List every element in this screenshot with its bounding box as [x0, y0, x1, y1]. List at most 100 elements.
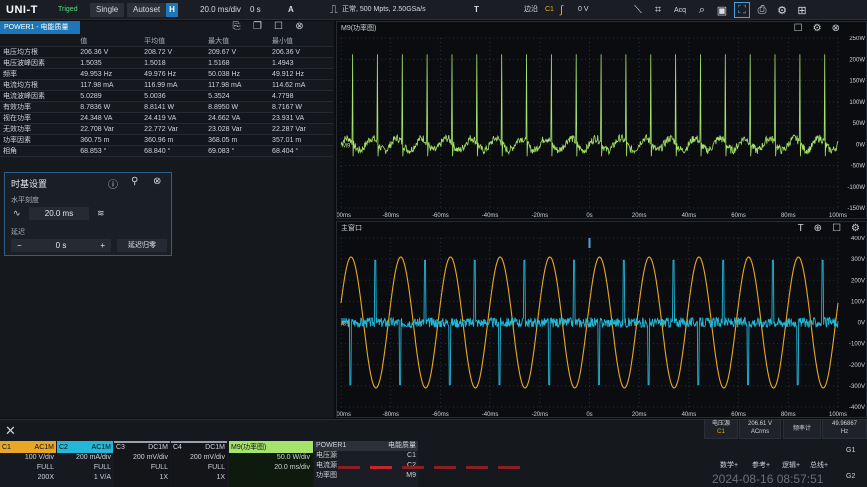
acq-button[interactable]: Acq	[670, 2, 690, 18]
bus-menu-button[interactable]: 总线+	[810, 460, 828, 470]
math-box-title: M9(功率图)	[229, 443, 313, 453]
x-tick-label: 20ms	[632, 412, 647, 418]
tools-icon[interactable]: ✕	[5, 423, 16, 439]
channel-probe: 1X	[216, 474, 225, 481]
delay-plus-button[interactable]: +	[100, 239, 105, 252]
table-row[interactable]: 功率因素 360.75 m 360.96 m 368.05 m 357.01 m	[0, 134, 333, 146]
x-tick-label: -80ms	[382, 412, 399, 418]
x-tick-label: -20ms	[531, 412, 548, 418]
math-plot[interactable]: -100ms -80ms -60ms -40ms -20ms 0s 20ms 40ms 60ms…	[337, 36, 867, 220]
channel-box-c2[interactable]: C2 AC1M 200 mA/div FULL 1 V/A	[57, 441, 113, 487]
src-i-label: 电流源	[316, 462, 337, 469]
autoset-button[interactable]: Autoset	[127, 3, 167, 17]
readout-value: 49.96867	[831, 421, 858, 427]
readout-voltage-source[interactable]: 电压源 C1	[704, 419, 738, 439]
trigger-type[interactable]: 边沿	[524, 3, 538, 17]
settings-icon[interactable]: ⚙	[774, 2, 790, 18]
table-cell: 206.36 V	[77, 46, 142, 58]
tab-power-quality[interactable]: POWER1 - 电能质量	[0, 21, 80, 34]
table-row[interactable]: 电流均方根 117.98 mA 116.99 mA 117.98 mA 114.62 m…	[0, 79, 333, 91]
close-icon[interactable]: ⊗	[832, 23, 840, 34]
table-cell: 24.348 VA	[77, 112, 142, 124]
timebase-readout[interactable]: 20.0 ms/div	[200, 3, 241, 17]
delay-minus-button[interactable]: −	[17, 239, 22, 252]
table-row[interactable]: 视在功率 24.348 VA 24.419 VA 24.662 VA 23.931 VA	[0, 112, 333, 124]
math-window[interactable]: M9(功率图) ☐ ⚙ ⊗ -100ms -80ms -60ms -40ms -20ms…	[336, 21, 867, 219]
table-cell: 电压波峰因素	[0, 57, 78, 69]
delay-label: 延迟	[11, 229, 25, 236]
delay-reset-button[interactable]: 延迟归零	[117, 239, 167, 252]
table-cell: 69.083 °	[205, 145, 270, 157]
wave-wide-icon[interactable]: ≋	[97, 208, 105, 219]
close-icon[interactable]: ⊗	[153, 176, 161, 187]
y-tick-label: -300V	[849, 384, 865, 390]
zoom-icon[interactable]: ⊕	[814, 223, 822, 234]
x-tick-label: 0s	[586, 412, 592, 418]
logic-menu-button[interactable]: 逻辑+	[782, 460, 800, 470]
table-cell: 1.5018	[141, 57, 206, 69]
save-icon[interactable]: ▣	[714, 2, 730, 18]
table-cell: 68.853 °	[77, 145, 142, 157]
g2-button[interactable]: G2	[846, 473, 855, 480]
acquisition-info[interactable]: 正常, 500 Mpts, 2.50GSa/s	[342, 3, 426, 17]
search-icon[interactable]: ⌕	[694, 2, 710, 18]
export-icon[interactable]: ⎘	[230, 21, 243, 34]
table-cell: 357.01 m	[269, 134, 333, 146]
trigger-level[interactable]: 0 V	[578, 3, 589, 17]
readout-unit: ACrms	[750, 429, 770, 435]
math-box[interactable]: M9(功率图) 50.0 W/div 20.0 ms/div	[229, 441, 313, 487]
table-row[interactable]: 有效功率 8.7836 W 8.8141 W 8.8950 W 8.7167 W	[0, 101, 333, 113]
x-tick-label: 80ms	[781, 412, 796, 418]
settings-icon[interactable]: ⚙	[813, 23, 822, 34]
ref-menu-button[interactable]: 参考+	[752, 460, 770, 470]
maximize-icon[interactable]: ☐	[832, 223, 841, 234]
table-cell: 368.05 m	[205, 134, 270, 146]
readout-frequency-label[interactable]: 频率计	[783, 419, 821, 439]
channel-box-c3[interactable]: C3 DC1M 200 mV/div FULL 1X	[114, 441, 170, 487]
channel-box-c4[interactable]: C4 DC1M 200 mV/div FULL 1X	[171, 441, 227, 487]
delay-readout[interactable]: 0 s	[250, 3, 261, 17]
table-cell: 360.75 m	[77, 134, 142, 146]
measure-icon[interactable]: ⌗	[650, 2, 666, 18]
screen-icon[interactable]: ⛶	[734, 2, 750, 18]
table-row[interactable]: 无效功率 22.708 Var 22.772 Var 23.028 Var 22.287…	[0, 123, 333, 135]
g1-button[interactable]: G1	[846, 447, 855, 454]
close-icon[interactable]: ⊗	[293, 21, 306, 34]
maximize-icon[interactable]: ☐	[794, 23, 803, 34]
main-plot[interactable]: -100ms -80ms -60ms -40ms -20ms 0s 20ms 40ms 60ms…	[337, 236, 867, 419]
table-cell: 8.8141 W	[141, 101, 206, 113]
main-window[interactable]: 主窗口 T ⊕ ☐ ⚙ -100ms -80ms -60ms -40ms -20ms 0s…	[336, 221, 867, 418]
power-box[interactable]: POWER1电能质量 电压源C1 电流源C2 功率图M9	[314, 441, 418, 487]
help-icon[interactable]: ⓘ	[108, 176, 118, 191]
h-scale-field[interactable]: 20.0 ms	[29, 207, 89, 220]
y-tick-label: 0V	[858, 321, 865, 327]
table-row[interactable]: 频率 49.953 Hz 49.976 Hz 50.038 Hz 49.912 Hz	[0, 68, 333, 80]
table-row[interactable]: 电压均方根 206.36 V 208.72 V 209.67 V 206.36 V	[0, 46, 333, 58]
settings-icon[interactable]: ⚙	[851, 223, 860, 234]
pin-icon[interactable]: ⚲	[131, 176, 138, 187]
delay-field[interactable]: − 0 s +	[11, 239, 111, 252]
copy-icon[interactable]: ❐	[251, 21, 264, 34]
x-tick-label: -40ms	[482, 412, 499, 418]
top-bar: UNI-T Triged Single Autoset H 20.0 ms/di…	[0, 0, 867, 20]
trigger-source[interactable]: C1	[545, 3, 554, 17]
x-tick-label: 100ms	[829, 213, 847, 219]
maximize-icon[interactable]: ☐	[272, 21, 285, 34]
single-button[interactable]: Single	[90, 3, 125, 17]
x-tick-label: -20ms	[531, 213, 548, 219]
table-cell: 5.3524	[205, 90, 270, 102]
wave-narrow-icon[interactable]: ∿	[13, 208, 21, 219]
text-icon[interactable]: T	[798, 223, 804, 234]
channel-box-c1[interactable]: C1 AC1M 100 V/div FULL 200X	[0, 441, 56, 487]
table-row[interactable]: 电流波峰因素 5.0289 5.0036 5.3524 4.7798	[0, 90, 333, 102]
table-row[interactable]: 相角 68.853 ° 68.840 ° 69.083 ° 68.404 °	[0, 145, 333, 157]
table-cell: 24.662 VA	[205, 112, 270, 124]
print-icon[interactable]: ⎙	[754, 2, 770, 18]
math-menu-button[interactable]: 数学+	[720, 460, 738, 470]
network-icon[interactable]: ⊞	[794, 2, 810, 18]
column-header: 最大值	[205, 36, 270, 47]
y-tick-label: 200V	[851, 278, 865, 284]
table-row[interactable]: 电压波峰因素 1.5035 1.5018 1.5168 1.4943	[0, 57, 333, 69]
cursor-icon[interactable]: ⟍	[630, 2, 646, 18]
run-mode[interactable]: A	[288, 3, 294, 17]
